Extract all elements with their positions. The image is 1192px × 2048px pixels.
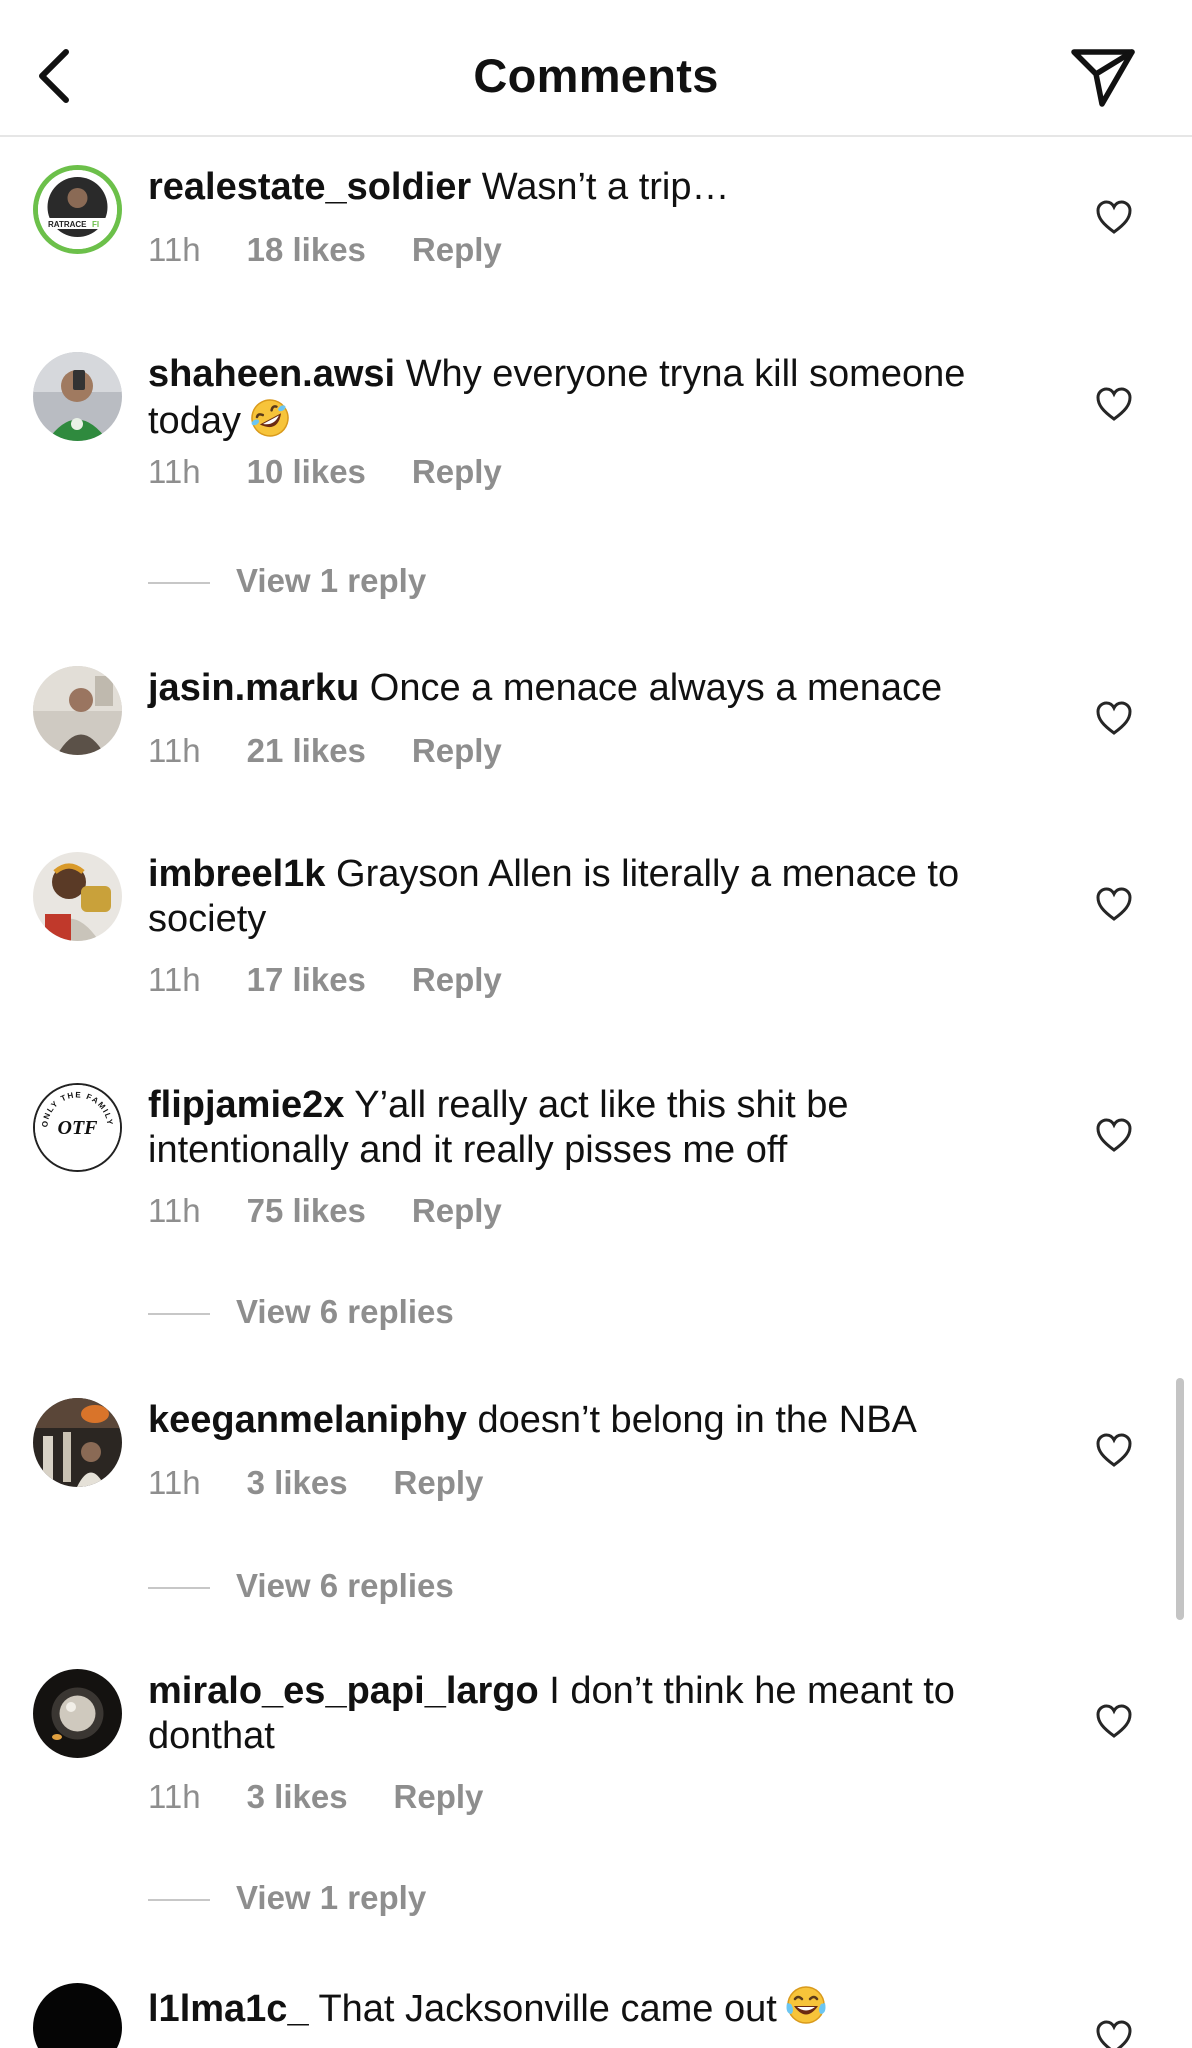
- comment-text: doesn’t belong in the NBA: [477, 1399, 917, 1441]
- replies-divider: [148, 1899, 210, 1902]
- reply-button[interactable]: Reply: [412, 1192, 502, 1230]
- heart-icon[interactable]: [1095, 1432, 1133, 1468]
- comment-username[interactable]: miralo_es_papi_largo: [148, 1670, 539, 1712]
- avatar[interactable]: [33, 1398, 122, 1487]
- heart-icon[interactable]: [1095, 1703, 1133, 1739]
- view-replies-label: View 6 replies: [236, 1567, 454, 1604]
- reply-button[interactable]: Reply: [394, 1778, 484, 1816]
- comment-username[interactable]: jasin.marku: [148, 667, 359, 709]
- reply-button[interactable]: Reply: [412, 732, 502, 770]
- replies-divider: [148, 582, 210, 585]
- view-replies-button[interactable]: View 1 reply: [148, 1879, 426, 1917]
- comment-likes[interactable]: 17 likes: [247, 961, 366, 999]
- avatar-logo-text: OTF: [58, 1117, 99, 1139]
- replies-divider: [148, 1587, 210, 1590]
- comment-timestamp: 11h: [148, 1192, 201, 1229]
- comment-timestamp: 11h: [148, 231, 201, 268]
- comment-likes[interactable]: 10 likes: [247, 453, 366, 491]
- comment-likes[interactable]: 21 likes: [247, 732, 366, 770]
- avatar-badge-suffix: FI: [92, 220, 99, 229]
- avatar[interactable]: [33, 1669, 122, 1758]
- view-replies-label: View 1 reply: [236, 1879, 427, 1916]
- view-replies-label: View 6 replies: [236, 1293, 454, 1330]
- avatar[interactable]: [33, 666, 122, 755]
- view-replies-button[interactable]: View 6 replies: [148, 1567, 454, 1605]
- reply-button[interactable]: Reply: [394, 1464, 484, 1502]
- scrollbar[interactable]: [1176, 1378, 1184, 1620]
- comment-text: That Jacksonville came out: [318, 1988, 777, 2030]
- comment-timestamp: 11h: [148, 961, 201, 998]
- view-replies-button[interactable]: View 6 replies: [148, 1293, 454, 1331]
- comment-timestamp: 11h: [148, 1778, 201, 1815]
- page-title: Comments: [473, 49, 719, 102]
- rolling-on-floor-laughing-emoji: [251, 399, 289, 437]
- comment-likes[interactable]: 75 likes: [247, 1192, 366, 1230]
- comment-username[interactable]: shaheen.awsi: [148, 353, 395, 395]
- comment-username[interactable]: realestate_soldier: [148, 166, 471, 208]
- heart-icon[interactable]: [1095, 700, 1133, 736]
- tears-of-joy-emoji: [786, 1986, 826, 2024]
- replies-divider: [148, 1313, 210, 1316]
- reply-button[interactable]: Reply: [412, 231, 502, 269]
- reply-button[interactable]: Reply: [412, 961, 502, 999]
- heart-icon[interactable]: [1095, 886, 1133, 922]
- comment-likes[interactable]: 3 likes: [247, 1464, 348, 1502]
- comment-timestamp: 11h: [148, 453, 201, 490]
- comment-timestamp: 11h: [148, 1464, 201, 1501]
- comment-likes[interactable]: 3 likes: [247, 1778, 348, 1816]
- paper-plane-icon[interactable]: [1068, 44, 1138, 108]
- heart-icon[interactable]: [1095, 1117, 1133, 1153]
- heart-icon[interactable]: [1095, 386, 1133, 422]
- heart-icon[interactable]: [1095, 2019, 1133, 2048]
- view-replies-label: View 1 reply: [236, 562, 427, 599]
- avatar[interactable]: [33, 1983, 122, 2048]
- heart-icon[interactable]: [1095, 199, 1133, 235]
- comment-likes[interactable]: 18 likes: [247, 231, 366, 269]
- avatar[interactable]: [33, 352, 122, 441]
- comment-username[interactable]: keeganmelaniphy: [148, 1399, 467, 1441]
- view-replies-button[interactable]: View 1 reply: [148, 562, 426, 600]
- avatar-badge-text: RATRACE: [48, 220, 87, 229]
- reply-button[interactable]: Reply: [412, 453, 502, 491]
- comment-username[interactable]: l1lma1c_: [148, 1988, 309, 2030]
- avatar[interactable]: RATRACE FI: [33, 165, 122, 254]
- avatar[interactable]: ONLY THE FAMILY OTF: [33, 1083, 122, 1172]
- header-bar: Comments: [0, 0, 1192, 137]
- comment-text: Wasn’t a trip…: [481, 166, 730, 208]
- comment-username[interactable]: imbreel1k: [148, 853, 325, 895]
- comment-username[interactable]: flipjamie2x: [148, 1084, 344, 1126]
- comment-text: Once a menace always a menace: [369, 667, 943, 709]
- comment-timestamp: 11h: [148, 732, 201, 769]
- avatar[interactable]: [33, 852, 122, 941]
